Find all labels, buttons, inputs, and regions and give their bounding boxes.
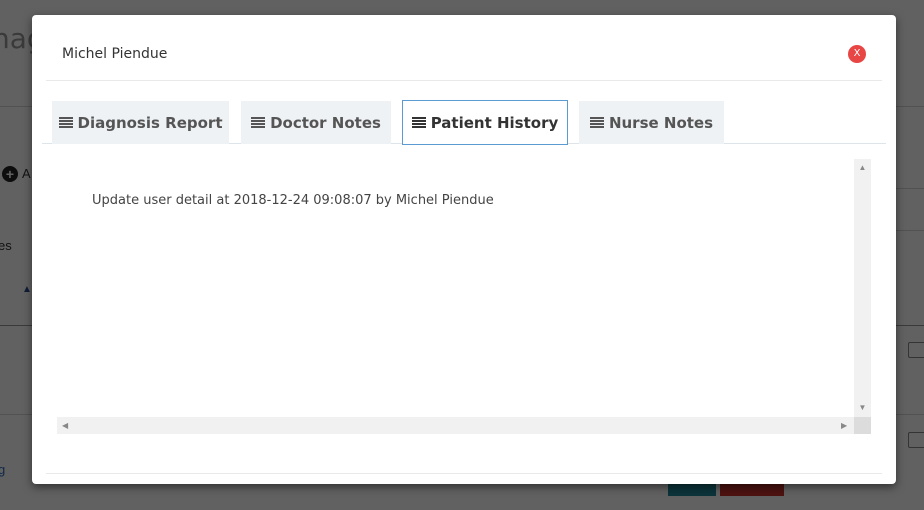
tab-nurse-notes[interactable]: Nurse Notes bbox=[579, 101, 724, 144]
tab-label: Doctor Notes bbox=[270, 113, 381, 132]
modal-title: Michel Piendue bbox=[62, 46, 168, 62]
scroll-left-icon[interactable]: ◀ bbox=[62, 417, 68, 434]
vertical-scrollbar[interactable]: ▲ ▼ bbox=[854, 159, 871, 417]
tab-label: Nurse Notes bbox=[608, 113, 714, 132]
history-panel: Update user detail at 2018-12-24 09:08:0… bbox=[57, 158, 871, 434]
patient-modal: Michel Piendue X Diagnosis Report Doctor… bbox=[32, 15, 896, 484]
history-entry: Update user detail at 2018-12-24 09:08:0… bbox=[92, 193, 494, 208]
list-icon bbox=[589, 117, 604, 128]
tab-patient-history[interactable]: Patient History bbox=[402, 100, 568, 145]
header-divider bbox=[46, 80, 882, 81]
scroll-down-icon[interactable]: ▼ bbox=[854, 403, 871, 412]
close-button[interactable]: X bbox=[848, 45, 866, 63]
tab-label: Diagnosis Report bbox=[77, 113, 223, 132]
list-icon bbox=[251, 117, 266, 128]
list-icon bbox=[411, 117, 426, 128]
scroll-right-icon[interactable]: ▶ bbox=[841, 417, 847, 434]
tab-diagnosis-report[interactable]: Diagnosis Report bbox=[52, 101, 229, 144]
horizontal-scrollbar[interactable]: ◀ ▶ bbox=[57, 417, 854, 434]
list-icon bbox=[58, 117, 73, 128]
scrollbar-corner bbox=[854, 417, 871, 434]
tab-bar: Diagnosis Report Doctor Notes Patient Hi… bbox=[42, 100, 886, 145]
tab-doctor-notes[interactable]: Doctor Notes bbox=[241, 101, 391, 144]
tab-label: Patient History bbox=[430, 113, 559, 132]
footer-divider bbox=[46, 473, 882, 474]
scroll-up-icon[interactable]: ▲ bbox=[854, 163, 871, 172]
